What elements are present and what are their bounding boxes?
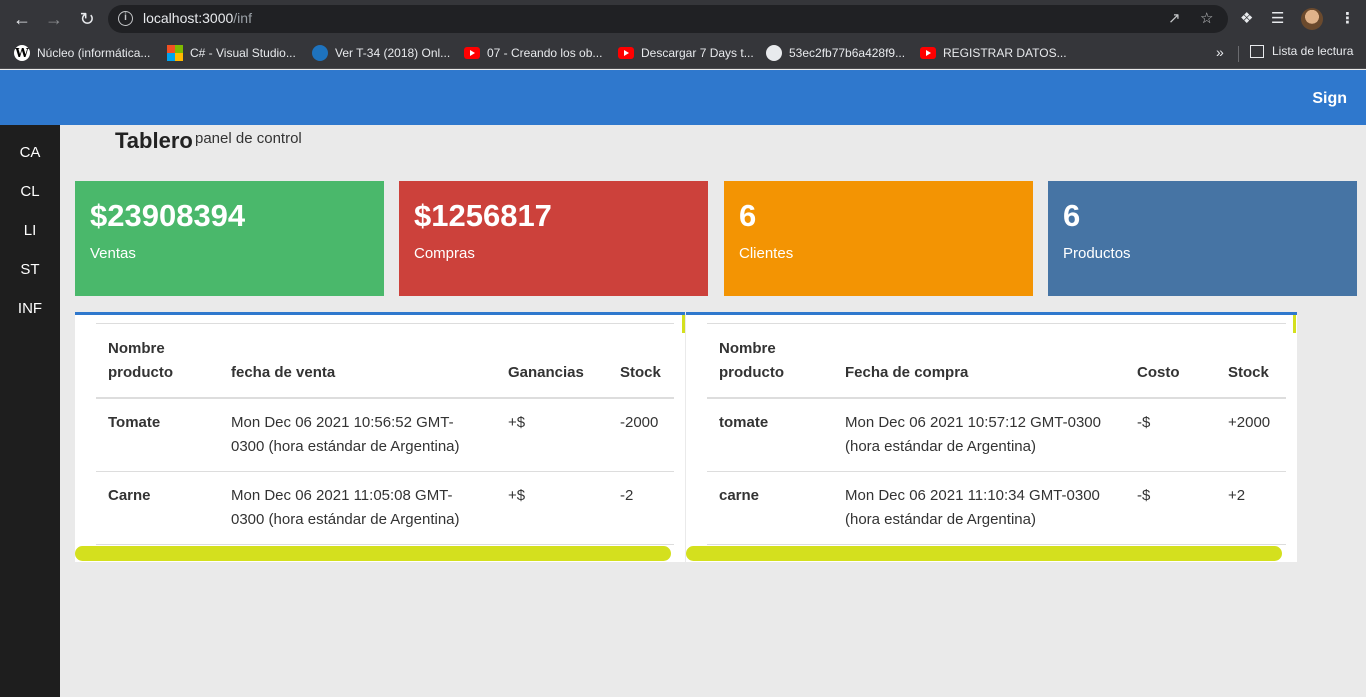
youtube-icon: [920, 47, 936, 59]
table-row: carne Mon Dec 06 2021 11:10:34 GMT-0300 …: [707, 471, 1286, 545]
bookmark-item[interactable]: 07 - Creando los ob...: [464, 44, 602, 62]
sidebar-item-li[interactable]: LI: [0, 222, 60, 239]
stat-card-compras: $1256817 Compras: [399, 181, 708, 296]
table-cell: +2: [1216, 471, 1286, 545]
bookmarks-divider: [1238, 46, 1239, 62]
kebab-menu-icon[interactable]: ⋮: [1340, 9, 1355, 27]
page-title: Tablero: [115, 128, 193, 153]
stat-card-productos: 6 Productos: [1048, 181, 1357, 296]
bookmark-item[interactable]: Descargar 7 Days t...: [618, 44, 754, 62]
profile-avatar[interactable]: [1301, 8, 1323, 30]
stat-label: Productos: [1063, 245, 1131, 262]
globe-icon: [766, 45, 782, 61]
column-header: Costo: [1125, 323, 1216, 399]
table-cell: Tomate: [96, 397, 219, 472]
column-header: Ganancias: [496, 323, 608, 399]
column-header: Nombre producto: [707, 323, 833, 399]
sign-button[interactable]: Sign: [1312, 90, 1347, 108]
page-subtitle: panel de control: [195, 130, 302, 147]
bookmark-item[interactable]: W Núcleo (informática...: [14, 44, 150, 62]
bookmark-item[interactable]: 53ec2fb77b6a428f9...: [766, 44, 905, 62]
table-row: tomate Mon Dec 06 2021 10:57:12 GMT-0300…: [707, 397, 1286, 472]
column-header: Nombre producto: [96, 323, 219, 399]
table-cell: carne: [707, 471, 833, 545]
table-cell: Carne: [96, 471, 219, 545]
table-cell: -$: [1125, 471, 1216, 545]
sidebar-item-ca[interactable]: CA: [0, 144, 60, 161]
table-cell: -2000: [608, 397, 674, 472]
sales-table: Nombre producto fecha de venta Ganancias…: [96, 323, 674, 545]
vertical-scrollbar[interactable]: [1293, 315, 1296, 333]
site-info-icon[interactable]: i: [118, 11, 133, 26]
purchases-panel: Nombre producto Fecha de compra Costo St…: [686, 312, 1297, 562]
stat-value: 6: [739, 198, 757, 233]
table-header-row: Nombre producto fecha de venta Ganancias…: [96, 323, 674, 399]
sidebar-item-inf[interactable]: INF: [0, 300, 60, 317]
stat-card-clientes: 6 Clientes: [724, 181, 1033, 296]
horizontal-scrollbar[interactable]: [75, 546, 671, 561]
column-header: Fecha de compra: [833, 323, 1125, 399]
address-bar[interactable]: i localhost:3000/inf ↗ ☆: [108, 5, 1228, 33]
forward-arrow-icon[interactable]: →: [43, 8, 65, 30]
table-cell: Mon Dec 06 2021 11:05:08 GMT-0300 (hora …: [219, 471, 496, 545]
sidebar: CA CL LI ST INF: [0, 125, 60, 697]
youtube-icon: [464, 47, 480, 59]
stat-label: Compras: [414, 245, 475, 262]
bookmark-item[interactable]: C# - Visual Studio...: [167, 44, 296, 62]
table-cell: Mon Dec 06 2021 10:56:52 GMT-0300 (hora …: [219, 397, 496, 472]
sales-panel: Nombre producto fecha de venta Ganancias…: [75, 312, 685, 562]
stat-value: 6: [1063, 198, 1081, 233]
app-header: Sign: [0, 70, 1366, 125]
bookmark-star-icon[interactable]: ☆: [1200, 9, 1213, 27]
table-cell: -2: [608, 471, 674, 545]
more-bookmarks-button[interactable]: »: [1216, 44, 1224, 60]
reload-icon[interactable]: ↻: [76, 8, 98, 30]
column-header: Stock: [608, 323, 674, 399]
sidebar-item-st[interactable]: ST: [0, 261, 60, 278]
bookmark-item[interactable]: Ver T-34 (2018) Onl...: [312, 44, 450, 62]
edge-icon: [312, 45, 328, 61]
address-url: localhost:3000/inf: [143, 10, 252, 26]
table-cell: +$: [496, 471, 608, 545]
stat-value: $1256817: [414, 198, 552, 233]
column-header: Stock: [1216, 323, 1286, 399]
share-icon[interactable]: ↗: [1168, 9, 1181, 27]
microsoft-icon: [167, 45, 183, 61]
table-header-row: Nombre producto Fecha de compra Costo St…: [707, 323, 1286, 399]
column-header: fecha de venta: [219, 323, 496, 399]
wikipedia-icon: W: [14, 45, 30, 61]
bookmarks-bar: W Núcleo (informática... C# - Visual Stud…: [0, 38, 1366, 69]
media-queue-icon[interactable]: ☰: [1271, 9, 1284, 27]
bookmark-item[interactable]: REGISTRAR DATOS...: [920, 44, 1067, 62]
stat-label: Ventas: [90, 245, 136, 262]
reading-list-button[interactable]: Lista de lectura: [1250, 44, 1353, 58]
table-cell: tomate: [707, 397, 833, 472]
stat-label: Clientes: [739, 245, 794, 262]
table-cell: +$: [496, 397, 608, 472]
table-cell: -$: [1125, 397, 1216, 472]
table-cell: +2000: [1216, 397, 1286, 472]
back-arrow-icon[interactable]: ←: [11, 8, 33, 30]
sidebar-item-cl[interactable]: CL: [0, 183, 60, 200]
table-row: Carne Mon Dec 06 2021 11:05:08 GMT-0300 …: [96, 471, 674, 545]
purchases-table: Nombre producto Fecha de compra Costo St…: [707, 323, 1286, 545]
horizontal-scrollbar[interactable]: [686, 546, 1282, 561]
table-cell: Mon Dec 06 2021 11:10:34 GMT-0300 (hora …: [833, 471, 1125, 545]
youtube-icon: [618, 47, 634, 59]
extensions-puzzle-icon[interactable]: ❖: [1240, 9, 1253, 27]
reading-list-icon: [1250, 44, 1264, 58]
vertical-scrollbar[interactable]: [682, 315, 685, 333]
table-row: Tomate Mon Dec 06 2021 10:56:52 GMT-0300…: [96, 397, 674, 472]
stat-value: $23908394: [90, 198, 246, 233]
table-cell: Mon Dec 06 2021 10:57:12 GMT-0300 (hora …: [833, 397, 1125, 472]
stat-card-ventas: $23908394 Ventas: [75, 181, 384, 296]
browser-toolbar: ← → ↻ i localhost:3000/inf ↗ ☆ ❖ ☰ ⋮: [0, 0, 1366, 38]
